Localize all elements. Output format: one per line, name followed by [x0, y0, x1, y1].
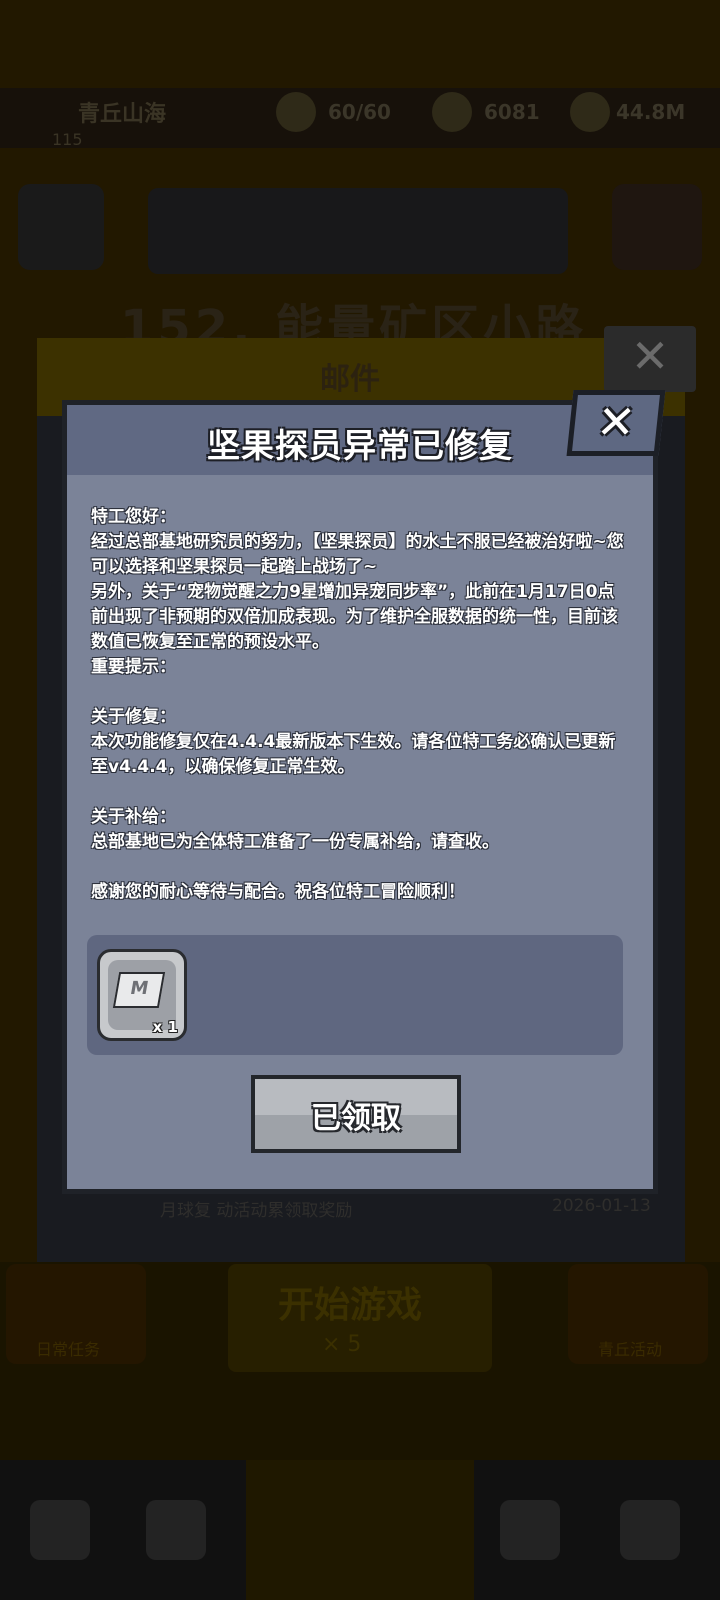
dialog-header: 坚果探员异常已修复 [67, 405, 653, 475]
gem-count: 6081 [484, 100, 540, 124]
nav-shop-icon [30, 1500, 90, 1560]
nav-battle-tab [246, 1460, 474, 1600]
nav-weapon-icon [620, 1500, 680, 1560]
claimed-button[interactable]: 已领取 [251, 1075, 461, 1153]
nav-skill-icon [500, 1500, 560, 1560]
nav-pet-icon [146, 1500, 206, 1560]
claimed-button-label: 已领取 [311, 1101, 401, 1136]
energy-icon [276, 92, 316, 132]
stage-banner [148, 188, 568, 274]
start-game-label: 开始游戏 [278, 1285, 423, 1326]
gem-icon [432, 92, 472, 132]
menu-button [18, 184, 104, 270]
dialog-title: 坚果探员异常已修复 [207, 426, 513, 465]
coin-icon [570, 92, 610, 132]
rank-button [612, 184, 702, 270]
event-label: 青丘活动 [598, 1340, 663, 1359]
player-name: 青丘山海 [78, 102, 167, 127]
m-ticket-icon: M [112, 972, 166, 1008]
player-level: 115 [52, 130, 83, 149]
attachment-box: M x 1 [87, 935, 623, 1055]
energy-count: 60/60 [328, 100, 391, 124]
mail-body-text: 特工您好： 经过总部基地研究员的努力，【坚果探员】的水土不服已经被治好啦~您可以… [91, 507, 624, 902]
item-count: x 1 [152, 1018, 178, 1036]
start-game-cost: × 5 [322, 1332, 362, 1357]
mail-row-text: 月球复 动活动累领取奖励 [160, 1201, 353, 1221]
mail-dialog: 坚果探员异常已修复 特工您好： 经过总部基地研究员的努力，【坚果探员】的水土不服… [62, 400, 658, 1194]
mail-panel-title: 邮件 [320, 362, 380, 397]
mail-row-date: 2026-01-13 [552, 1196, 651, 1216]
daily-task-label: 日常任务 [36, 1340, 101, 1359]
attachment-item[interactable]: M x 1 [97, 949, 187, 1041]
coin-count: 44.8M [616, 100, 686, 124]
mail-panel-close-icon: ✕ [604, 326, 696, 392]
close-icon[interactable]: ✕ [566, 390, 666, 456]
